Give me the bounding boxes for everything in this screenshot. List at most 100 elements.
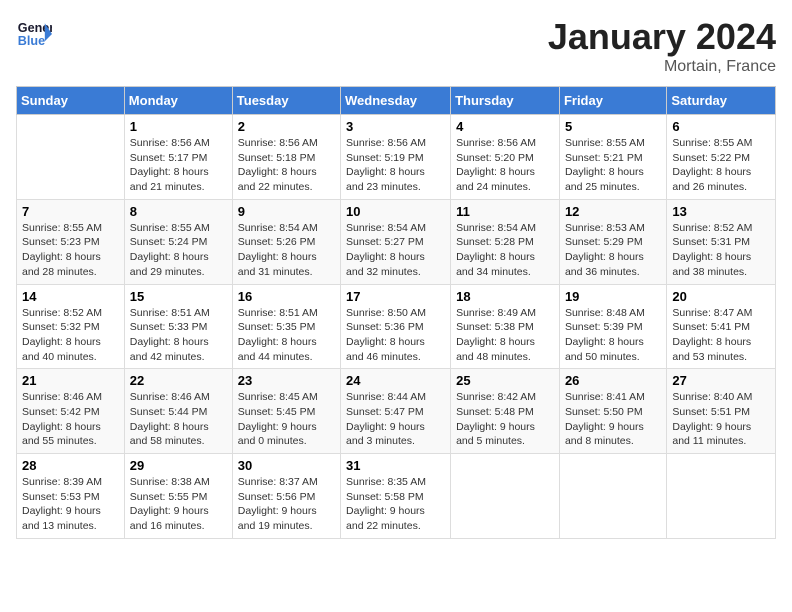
logo: General Blue: [16, 16, 52, 52]
calendar-cell: 30 Sunrise: 8:37 AMSunset: 5:56 PMDayligh…: [232, 454, 340, 539]
calendar-cell: 10Sunrise: 8:54 AMSunset: 5:27 PMDayligh…: [341, 199, 451, 284]
day-number: 5: [565, 119, 661, 134]
calendar-cell: 23 Sunrise: 8:45 AMSunset: 5:45 PMDayligh…: [232, 369, 340, 454]
calendar-cell: [667, 454, 776, 539]
day-info: Sunrise: 8:46 AMSunset: 5:42 PMDaylight:…: [22, 390, 119, 449]
day-number: 22: [130, 373, 227, 388]
day-info: Sunrise: 8:53 AMSunset: 5:29 PMDaylight:…: [565, 221, 661, 280]
day-info: Sunrise: 8:49 AMSunset: 5:38 PMDaylight:…: [456, 306, 554, 365]
calendar-cell: 24 Sunrise: 8:44 AMSunset: 5:47 PMDayligh…: [341, 369, 451, 454]
calendar-cell: 7 Sunrise: 8:55 AMSunset: 5:23 PMDaylight…: [17, 199, 125, 284]
calendar-cell: 25Sunrise: 8:42 AMSunset: 5:48 PMDayligh…: [451, 369, 560, 454]
day-number: 11: [456, 204, 554, 219]
svg-text:Blue: Blue: [18, 34, 45, 48]
day-number: 2: [238, 119, 335, 134]
day-number: 30: [238, 458, 335, 473]
day-number: 9: [238, 204, 335, 219]
day-info: Sunrise: 8:54 AMSunset: 5:26 PMDaylight:…: [238, 221, 335, 280]
calendar-cell: 26 Sunrise: 8:41 AMSunset: 5:50 PMDayligh…: [559, 369, 666, 454]
col-monday: Monday: [124, 87, 232, 115]
day-number: 1: [130, 119, 227, 134]
calendar-table: Sunday Monday Tuesday Wednesday Thursday…: [16, 86, 776, 539]
calendar-cell: 9 Sunrise: 8:54 AMSunset: 5:26 PMDaylight…: [232, 199, 340, 284]
calendar-week-1: 1 Sunrise: 8:56 AMSunset: 5:17 PMDaylight…: [17, 115, 776, 200]
location-title: Mortain, France: [548, 58, 776, 76]
day-info: Sunrise: 8:52 AMSunset: 5:32 PMDaylight:…: [22, 306, 119, 365]
day-info: Sunrise: 8:51 AMSunset: 5:35 PMDaylight:…: [238, 306, 335, 365]
day-number: 8: [130, 204, 227, 219]
logo-icon: General Blue: [16, 16, 52, 52]
day-number: 29: [130, 458, 227, 473]
calendar-cell: 14 Sunrise: 8:52 AMSunset: 5:32 PMDayligh…: [17, 284, 125, 369]
calendar-cell: 19 Sunrise: 8:48 AMSunset: 5:39 PMDayligh…: [559, 284, 666, 369]
calendar-cell: 16 Sunrise: 8:51 AMSunset: 5:35 PMDayligh…: [232, 284, 340, 369]
calendar-week-2: 7 Sunrise: 8:55 AMSunset: 5:23 PMDaylight…: [17, 199, 776, 284]
calendar-cell: 22 Sunrise: 8:46 AMSunset: 5:44 PMDayligh…: [124, 369, 232, 454]
day-info: Sunrise: 8:37 AMSunset: 5:56 PMDaylight:…: [238, 475, 335, 534]
calendar-cell: 4Sunrise: 8:56 AMSunset: 5:20 PMDaylight…: [451, 115, 560, 200]
day-number: 23: [238, 373, 335, 388]
day-number: 14: [22, 289, 119, 304]
page-header: General Blue January 2024 Mortain, Franc…: [16, 16, 776, 76]
day-info: Sunrise: 8:50 AMSunset: 5:36 PMDaylight:…: [346, 306, 445, 365]
calendar-cell: 3 Sunrise: 8:56 AMSunset: 5:19 PMDaylight…: [341, 115, 451, 200]
calendar-week-4: 21 Sunrise: 8:46 AMSunset: 5:42 PMDayligh…: [17, 369, 776, 454]
day-info: Sunrise: 8:55 AMSunset: 5:22 PMDaylight:…: [672, 136, 770, 195]
day-info: Sunrise: 8:44 AMSunset: 5:47 PMDaylight:…: [346, 390, 445, 449]
calendar-cell: [451, 454, 560, 539]
day-info: Sunrise: 8:56 AMSunset: 5:20 PMDaylight:…: [456, 136, 554, 195]
day-number: 12: [565, 204, 661, 219]
day-number: 26: [565, 373, 661, 388]
header-row: Sunday Monday Tuesday Wednesday Thursday…: [17, 87, 776, 115]
day-info: Sunrise: 8:48 AMSunset: 5:39 PMDaylight:…: [565, 306, 661, 365]
calendar-cell: [17, 115, 125, 200]
day-number: 19: [565, 289, 661, 304]
day-info: Sunrise: 8:55 AMSunset: 5:21 PMDaylight:…: [565, 136, 661, 195]
calendar-cell: 15 Sunrise: 8:51 AMSunset: 5:33 PMDayligh…: [124, 284, 232, 369]
day-info: Sunrise: 8:55 AMSunset: 5:24 PMDaylight:…: [130, 221, 227, 280]
day-info: Sunrise: 8:45 AMSunset: 5:45 PMDaylight:…: [238, 390, 335, 449]
day-info: Sunrise: 8:56 AMSunset: 5:17 PMDaylight:…: [130, 136, 227, 195]
day-number: 27: [672, 373, 770, 388]
calendar-week-3: 14 Sunrise: 8:52 AMSunset: 5:32 PMDayligh…: [17, 284, 776, 369]
day-info: Sunrise: 8:41 AMSunset: 5:50 PMDaylight:…: [565, 390, 661, 449]
calendar-cell: 6 Sunrise: 8:55 AMSunset: 5:22 PMDaylight…: [667, 115, 776, 200]
day-info: Sunrise: 8:51 AMSunset: 5:33 PMDaylight:…: [130, 306, 227, 365]
day-info: Sunrise: 8:56 AMSunset: 5:19 PMDaylight:…: [346, 136, 445, 195]
calendar-cell: 31Sunrise: 8:35 AMSunset: 5:58 PMDayligh…: [341, 454, 451, 539]
day-info: Sunrise: 8:47 AMSunset: 5:41 PMDaylight:…: [672, 306, 770, 365]
day-number: 16: [238, 289, 335, 304]
title-area: January 2024 Mortain, France: [548, 16, 776, 76]
col-sunday: Sunday: [17, 87, 125, 115]
day-number: 7: [22, 204, 119, 219]
day-number: 15: [130, 289, 227, 304]
calendar-cell: [559, 454, 666, 539]
day-number: 24: [346, 373, 445, 388]
day-number: 18: [456, 289, 554, 304]
calendar-cell: 27 Sunrise: 8:40 AMSunset: 5:51 PMDayligh…: [667, 369, 776, 454]
day-number: 6: [672, 119, 770, 134]
calendar-cell: 5 Sunrise: 8:55 AMSunset: 5:21 PMDaylight…: [559, 115, 666, 200]
day-number: 20: [672, 289, 770, 304]
col-tuesday: Tuesday: [232, 87, 340, 115]
day-info: Sunrise: 8:38 AMSunset: 5:55 PMDaylight:…: [130, 475, 227, 534]
day-number: 21: [22, 373, 119, 388]
day-number: 13: [672, 204, 770, 219]
day-number: 31: [346, 458, 445, 473]
day-number: 28: [22, 458, 119, 473]
calendar-cell: 2 Sunrise: 8:56 AMSunset: 5:18 PMDaylight…: [232, 115, 340, 200]
day-info: Sunrise: 8:56 AMSunset: 5:18 PMDaylight:…: [238, 136, 335, 195]
col-thursday: Thursday: [451, 87, 560, 115]
day-info: Sunrise: 8:39 AMSunset: 5:53 PMDaylight:…: [22, 475, 119, 534]
calendar-cell: 8 Sunrise: 8:55 AMSunset: 5:24 PMDaylight…: [124, 199, 232, 284]
calendar-cell: 18 Sunrise: 8:49 AMSunset: 5:38 PMDayligh…: [451, 284, 560, 369]
calendar-cell: 21 Sunrise: 8:46 AMSunset: 5:42 PMDayligh…: [17, 369, 125, 454]
day-info: Sunrise: 8:46 AMSunset: 5:44 PMDaylight:…: [130, 390, 227, 449]
day-info: Sunrise: 8:42 AMSunset: 5:48 PMDaylight:…: [456, 390, 554, 449]
day-info: Sunrise: 8:40 AMSunset: 5:51 PMDaylight:…: [672, 390, 770, 449]
calendar-cell: 29 Sunrise: 8:38 AMSunset: 5:55 PMDayligh…: [124, 454, 232, 539]
day-info: Sunrise: 8:55 AMSunset: 5:23 PMDaylight:…: [22, 221, 119, 280]
calendar-cell: 11Sunrise: 8:54 AMSunset: 5:28 PMDayligh…: [451, 199, 560, 284]
day-number: 3: [346, 119, 445, 134]
col-friday: Friday: [559, 87, 666, 115]
